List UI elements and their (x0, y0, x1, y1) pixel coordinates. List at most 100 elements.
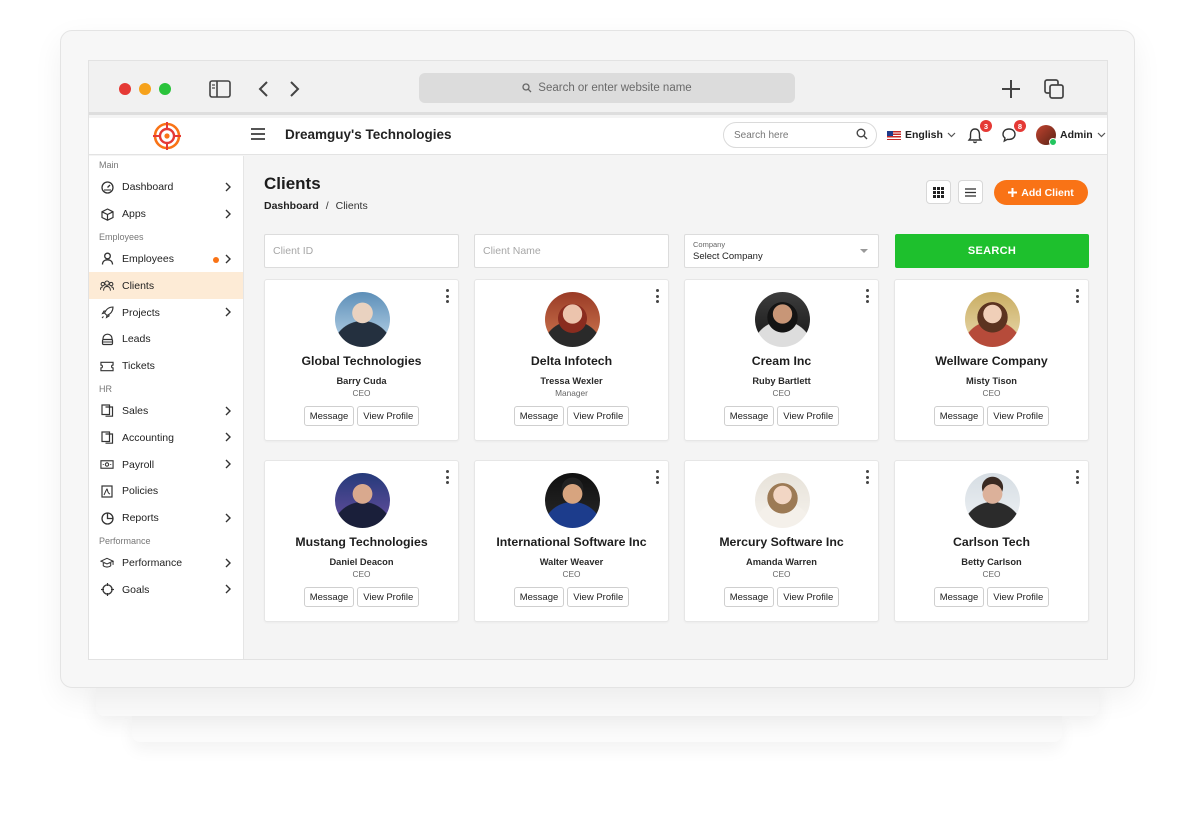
more-options-icon[interactable] (1074, 470, 1080, 484)
message-button[interactable]: Message (933, 406, 985, 426)
sidebar-item-goals[interactable]: Goals (89, 576, 243, 603)
client-contact-name: Walter Weaver (539, 557, 604, 567)
client-company-name[interactable]: Cream Inc (685, 354, 878, 368)
client-name-placeholder: Client Name (483, 245, 541, 257)
view-profile-button[interactable]: View Profile (567, 587, 630, 607)
more-options-icon[interactable] (864, 470, 870, 484)
client-company-name[interactable]: International Software Inc (475, 535, 668, 549)
chevron-right-icon (225, 209, 231, 219)
sidebar-item-accounting[interactable]: Accounting (89, 424, 243, 451)
sidebar-item-tickets[interactable]: Tickets (89, 353, 243, 380)
client-company-name[interactable]: Global Technologies (265, 354, 458, 368)
card-actions: Message View Profile (265, 587, 458, 607)
client-card: Delta Infotech Tressa Wexler Manager Messag… (474, 279, 669, 441)
forward-icon[interactable] (282, 76, 308, 102)
back-icon[interactable] (250, 76, 276, 102)
client-avatar[interactable] (755, 292, 810, 347)
client-avatar[interactable] (545, 473, 600, 528)
messages-button[interactable]: 8 (1001, 120, 1026, 147)
pie-chart-icon (100, 511, 114, 525)
chevron-right-icon (225, 182, 231, 192)
maximize-window-dot[interactable] (159, 83, 171, 95)
more-options-icon[interactable] (444, 289, 450, 303)
view-profile-button[interactable]: View Profile (567, 406, 630, 426)
client-avatar[interactable] (335, 473, 390, 528)
client-contact-role: CEO (982, 569, 1001, 579)
files-icon (100, 404, 114, 418)
view-profile-button[interactable]: View Profile (987, 587, 1050, 607)
message-button[interactable]: Message (303, 406, 355, 426)
more-options-icon[interactable] (654, 289, 660, 303)
client-card: International Software Inc Walter Weaver C… (474, 460, 669, 622)
client-company-name[interactable]: Delta Infotech (475, 354, 668, 368)
view-profile-button[interactable]: View Profile (777, 406, 840, 426)
message-button[interactable]: Message (513, 406, 565, 426)
sidebar-item-leads[interactable]: Leads (89, 326, 243, 353)
company-select[interactable]: Company Select Company (684, 234, 879, 268)
sidebar-item-reports[interactable]: Reports (89, 505, 243, 532)
add-client-button[interactable]: Add Client (994, 180, 1088, 205)
view-profile-button[interactable]: View Profile (357, 587, 420, 607)
language-selector[interactable]: English (887, 129, 956, 141)
sidebar-toggle-icon[interactable] (207, 76, 233, 102)
sidebar-item-policies[interactable]: Policies (89, 478, 243, 505)
client-company-name[interactable]: Wellware Company (895, 354, 1088, 368)
graduation-cap-icon (100, 556, 114, 570)
client-id-input[interactable]: Client ID (264, 234, 459, 268)
list-view-button[interactable] (958, 180, 983, 204)
sidebar-item-payroll[interactable]: Payroll (89, 451, 243, 478)
sidebar-item-performance[interactable]: Performance (89, 550, 243, 577)
header-search-input[interactable]: Search here (723, 122, 877, 148)
client-name-input[interactable]: Client Name (474, 234, 669, 268)
browser-toolbar: Search or enter website name (89, 61, 1107, 115)
more-options-icon[interactable] (654, 470, 660, 484)
sidebar-item-dashboard[interactable]: Dashboard (89, 174, 243, 201)
card-actions: Message View Profile (475, 587, 668, 607)
client-company-name[interactable]: Mercury Software Inc (685, 535, 878, 549)
view-profile-button[interactable]: View Profile (987, 406, 1050, 426)
notifications-button[interactable]: 3 (967, 120, 992, 147)
client-company-name[interactable]: Carlson Tech (895, 535, 1088, 549)
sidebar-item-sales[interactable]: Sales (89, 398, 243, 425)
minimize-window-dot[interactable] (139, 83, 151, 95)
sidebar-item-employees[interactable]: Employees (89, 246, 243, 273)
client-avatar[interactable] (545, 292, 600, 347)
client-avatar[interactable] (965, 292, 1020, 347)
new-tab-icon[interactable] (998, 76, 1024, 102)
close-window-dot[interactable] (119, 83, 131, 95)
view-profile-button[interactable]: View Profile (357, 406, 420, 426)
user-menu[interactable]: Admin (1036, 125, 1106, 146)
message-button[interactable]: Message (303, 587, 355, 607)
message-button[interactable]: Message (933, 587, 985, 607)
address-bar[interactable]: Search or enter website name (419, 73, 795, 103)
more-options-icon[interactable] (1074, 289, 1080, 303)
dashboard-icon (100, 180, 114, 194)
company-name: Dreamguy's Technologies (285, 127, 452, 142)
message-button[interactable]: Message (513, 587, 565, 607)
breadcrumb-dashboard[interactable]: Dashboard (264, 200, 319, 212)
client-avatar[interactable] (965, 473, 1020, 528)
client-avatar[interactable] (755, 473, 810, 528)
client-avatar[interactable] (335, 292, 390, 347)
sidebar-section-hr: HR (99, 383, 112, 394)
sidebar-item-projects[interactable]: Projects (89, 299, 243, 326)
message-button[interactable]: Message (723, 587, 775, 607)
sidebar-item-apps[interactable]: Apps (89, 201, 243, 228)
add-client-label: Add Client (1021, 186, 1074, 199)
logo-icon[interactable] (153, 122, 181, 150)
more-options-icon[interactable] (444, 470, 450, 484)
search-button[interactable]: SEARCH (895, 234, 1089, 268)
search-icon[interactable] (856, 128, 868, 140)
client-company-name[interactable]: Mustang Technologies (265, 535, 458, 549)
message-button[interactable]: Message (723, 406, 775, 426)
more-options-icon[interactable] (864, 289, 870, 303)
us-flag-icon (887, 130, 901, 140)
view-profile-button[interactable]: View Profile (777, 587, 840, 607)
sidebar-item-label: Payroll (122, 458, 155, 471)
hamburger-menu-icon[interactable] (251, 128, 265, 142)
client-contact-role: CEO (352, 569, 371, 579)
sidebar-item-clients[interactable]: Clients (89, 272, 243, 300)
grid-view-button[interactable] (926, 180, 951, 204)
client-contact-name: Betty Carlson (961, 557, 1022, 567)
tabs-overview-icon[interactable] (1041, 76, 1067, 102)
